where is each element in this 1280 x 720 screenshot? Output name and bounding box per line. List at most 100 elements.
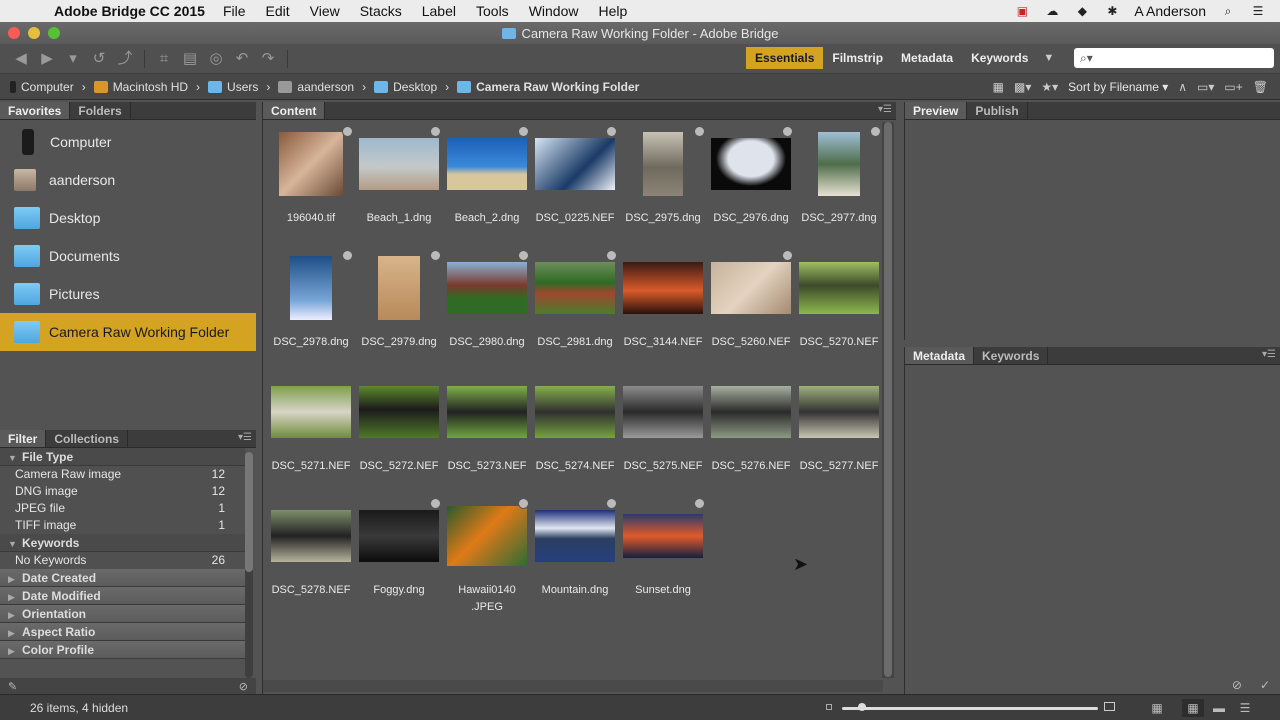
view-thumbnails-icon[interactable]: ▦: [1182, 699, 1204, 717]
crumb-computer[interactable]: Computer: [10, 80, 74, 94]
notification-center-icon[interactable]: ☰: [1250, 4, 1266, 18]
pin-icon[interactable]: ✎: [8, 680, 17, 693]
star-rating-filter-icon[interactable]: ★▾: [1041, 80, 1058, 94]
grid-lock-icon[interactable]: ▦: [1146, 699, 1168, 717]
sort-dropdown[interactable]: Sort by Filename ▾: [1068, 80, 1168, 94]
filter-row[interactable]: No Keywords 26: [0, 552, 245, 569]
favorite-documents[interactable]: Documents: [0, 237, 256, 275]
creative-cloud-icon[interactable]: ☁: [1044, 4, 1060, 18]
close-window-button[interactable]: [8, 27, 20, 39]
favorite-computer[interactable]: Computer: [0, 123, 256, 161]
apply-checkmark-icon[interactable]: ✓: [1260, 678, 1270, 692]
menu-view[interactable]: View: [310, 3, 340, 19]
filter-group-aspect-ratio[interactable]: ▶ Aspect Ratio: [0, 623, 245, 641]
menu-help[interactable]: Help: [598, 3, 627, 19]
file-thumbnail[interactable]: Beach_2.dng: [443, 124, 531, 248]
file-thumbnail[interactable]: DSC_5272.NEF: [355, 372, 443, 496]
filter-scrollbar[interactable]: [245, 452, 253, 678]
crumb-current-folder[interactable]: Camera Raw Working Folder: [457, 80, 639, 94]
filter-group-color-profile[interactable]: ▶ Color Profile: [0, 641, 245, 659]
workspace-metadata[interactable]: Metadata: [892, 47, 962, 69]
delete-icon[interactable]: 🗑: [1253, 80, 1268, 94]
file-thumbnail[interactable]: DSC_5275.NEF: [619, 372, 707, 496]
adobe-app-icon[interactable]: ▣: [1014, 4, 1030, 18]
menu-edit[interactable]: Edit: [266, 3, 290, 19]
filter-group-date-modified[interactable]: ▶ Date Modified: [0, 587, 245, 605]
file-thumbnail[interactable]: DSC_2976.dng: [707, 124, 795, 248]
sort-ascending-icon[interactable]: ∧: [1178, 80, 1187, 94]
reveal-recent-icon[interactable]: ⤴: [112, 49, 138, 69]
file-thumbnail[interactable]: DSC_5274.NEF: [531, 372, 619, 496]
crumb-macintosh-hd[interactable]: Macintosh HD: [93, 80, 188, 94]
search-input[interactable]: ⌕▾: [1074, 48, 1274, 68]
open-camera-raw-icon[interactable]: ◎: [203, 49, 229, 69]
menu-window[interactable]: Window: [529, 3, 579, 19]
dropbox-icon[interactable]: ◆: [1074, 4, 1090, 18]
filter-group-keywords[interactable]: ▼ Keywords: [0, 534, 245, 552]
recent-dropdown-icon[interactable]: ▾: [60, 49, 86, 69]
filter-items-icon[interactable]: ▩▾: [1014, 80, 1031, 94]
tab-favorites[interactable]: Favorites: [0, 102, 71, 119]
crumb-aanderson[interactable]: aanderson: [278, 80, 354, 94]
forward-arrow-icon[interactable]: ▶: [34, 49, 60, 69]
file-thumbnail[interactable]: 196040.tif: [267, 124, 355, 248]
file-thumbnail[interactable]: DSC_5270.NEF: [795, 248, 883, 372]
workspace-keywords[interactable]: Keywords: [962, 47, 1037, 69]
rotate-right-icon[interactable]: ↷: [255, 49, 281, 69]
view-list-icon[interactable]: ☰: [1234, 699, 1256, 717]
panel-menu-icon[interactable]: ▾☰: [1262, 349, 1276, 360]
file-thumbnail[interactable]: DSC_2975.dng: [619, 124, 707, 248]
menu-file[interactable]: File: [223, 3, 246, 19]
camera-download-icon[interactable]: ⌗: [151, 49, 177, 69]
file-thumbnail[interactable]: DSC_2979.dng: [355, 248, 443, 372]
favorite-pictures[interactable]: Pictures: [0, 275, 256, 313]
thumbnail-size-slider[interactable]: [842, 703, 1098, 711]
user-menu[interactable]: A Anderson: [1134, 3, 1206, 19]
tab-metadata[interactable]: Metadata: [905, 347, 975, 364]
bluetooth-icon[interactable]: ✱: [1104, 4, 1120, 18]
larger-thumbnail-icon[interactable]: [1104, 702, 1115, 711]
tab-collections[interactable]: Collections: [46, 430, 129, 447]
scrollbar-thumb[interactable]: [884, 122, 892, 677]
crumb-users[interactable]: Users: [208, 80, 258, 94]
chevron-down-icon[interactable]: ▼: [1037, 52, 1060, 64]
back-arrow-icon[interactable]: ◀: [8, 49, 34, 69]
menu-tools[interactable]: Tools: [476, 3, 509, 19]
content-horizontal-scrollbar[interactable]: [263, 680, 883, 692]
file-thumbnail[interactable]: DSC_5276.NEF: [707, 372, 795, 496]
boomerang-icon[interactable]: ↺: [86, 49, 112, 69]
crumb-desktop[interactable]: Desktop: [374, 80, 437, 94]
file-thumbnail[interactable]: Beach_1.dng: [355, 124, 443, 248]
scrollbar-thumb[interactable]: [245, 452, 253, 572]
tab-folders[interactable]: Folders: [70, 102, 131, 119]
app-menu[interactable]: Adobe Bridge CC 2015: [54, 3, 205, 19]
spotlight-search-icon[interactable]: ⌕: [1220, 4, 1236, 18]
file-thumbnail[interactable]: DSC_2978.dng: [267, 248, 355, 372]
file-thumbnail[interactable]: DSC_3144.NEF: [619, 248, 707, 372]
smaller-thumbnail-icon[interactable]: [826, 704, 832, 710]
new-folder-icon[interactable]: ▭+: [1224, 80, 1242, 94]
menu-stacks[interactable]: Stacks: [360, 3, 402, 19]
minimize-window-button[interactable]: [28, 27, 40, 39]
rotate-left-icon[interactable]: ↶: [229, 49, 255, 69]
file-thumbnail[interactable]: DSC_2981.dng: [531, 248, 619, 372]
file-thumbnail[interactable]: DSC_5273.NEF: [443, 372, 531, 496]
favorite-desktop[interactable]: Desktop: [0, 199, 256, 237]
file-thumbnail[interactable]: DSC_2977.dng: [795, 124, 883, 248]
tab-filter[interactable]: Filter: [0, 430, 47, 447]
slider-handle[interactable]: [858, 703, 867, 711]
tab-keywords[interactable]: Keywords: [974, 347, 1049, 364]
file-thumbnail[interactable]: Mountain.dng: [531, 496, 619, 620]
filter-group-date-created[interactable]: ▶ Date Created: [0, 569, 245, 587]
filter-row[interactable]: TIFF image 1: [0, 517, 245, 534]
tab-preview[interactable]: Preview: [905, 102, 968, 119]
tab-publish[interactable]: Publish: [967, 102, 1028, 119]
panel-menu-icon[interactable]: ▾☰: [878, 104, 892, 115]
clear-filter-icon[interactable]: ⊘: [239, 680, 248, 693]
file-thumbnail[interactable]: Hawaii0140 .JPEG: [443, 496, 531, 620]
panel-menu-icon[interactable]: ▾☰: [238, 432, 252, 443]
zoom-window-button[interactable]: [48, 27, 60, 39]
workspace-essentials[interactable]: Essentials: [746, 47, 824, 69]
file-thumbnail[interactable]: DSC_5278.NEF: [267, 496, 355, 620]
file-thumbnail[interactable]: DSC_5271.NEF: [267, 372, 355, 496]
